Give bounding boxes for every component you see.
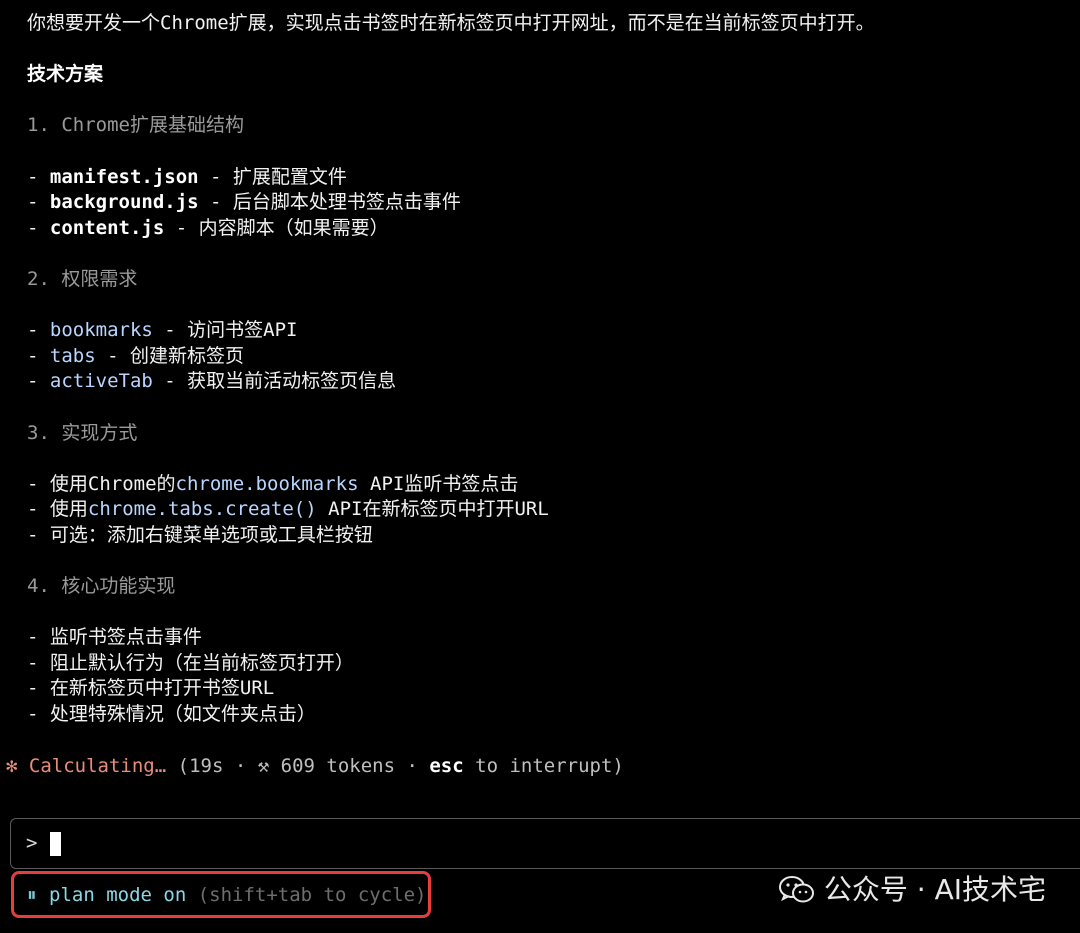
permission-name: tabs [49, 344, 96, 367]
status-separator: · [223, 755, 258, 777]
list-item: - content.js - 内容脚本（如果需要） [27, 216, 1057, 242]
list-item: - 使用chrome.tabs.create() API在新标签页中打开URL [27, 497, 1057, 523]
section-title: 2. 权限需求 [27, 267, 138, 290]
file-name: background.js [49, 191, 199, 214]
terminal-output: 你想要开发一个Chrome扩展，实现点击书签时在新标签页中打开网址，而不是在当前… [27, 11, 1057, 728]
permission-name: activeTab [49, 370, 153, 393]
pause-icon: ⏸ [27, 884, 37, 906]
watermark: 公众号 · AI技术宅 [778, 870, 1046, 910]
prompt-input-box[interactable]: > [10, 818, 1080, 869]
status-line: ✻ Calculating… (19s · ⚒ 609 tokens · esc… [6, 754, 624, 780]
esc-key-hint: esc [429, 755, 464, 777]
bullet: - [27, 165, 50, 188]
permission-name: bookmarks [49, 319, 153, 342]
list-item: - tabs - 创建新标签页 [27, 344, 1057, 370]
file-description: - 内容脚本（如果需要） [164, 216, 389, 239]
permission-description: - 创建新标签页 [95, 344, 244, 367]
item-text: 处理特殊情况（如文件夹点击） [49, 703, 316, 726]
section-title: 3. 实现方式 [27, 421, 138, 444]
file-description: - 扩展配置文件 [198, 165, 347, 188]
list-item: - background.js - 后台脚本处理书签点击事件 [27, 190, 1057, 216]
status-elapsed: 19s [189, 755, 224, 777]
section-title: 4. 核心功能实现 [27, 575, 176, 598]
item-suffix: API在新标签页中打开URL [316, 498, 549, 521]
file-name: manifest.json [49, 165, 199, 188]
item-prefix: 使用 [49, 498, 88, 521]
bullet: - [27, 677, 50, 700]
plan-mode-hint: (shift+tab to cycle) [186, 884, 427, 906]
list-item: - 监听书签点击事件 [27, 625, 1057, 651]
bullet: - [27, 344, 50, 367]
item-text: 阻止默认行为（在当前标签页打开） [49, 651, 354, 674]
bullet: - [27, 523, 50, 546]
item-text: 可选：添加右键菜单选项或工具栏按钮 [49, 523, 373, 546]
list-item: - 可选：添加右键菜单选项或工具栏按钮 [27, 523, 1057, 549]
plan-mode-text: plan mode on (shift+tab to cycle) [49, 883, 427, 909]
bullet: - [27, 370, 50, 393]
item-suffix: API监听书签点击 [358, 472, 519, 495]
list-item: - 处理特殊情况（如文件夹点击） [27, 702, 1057, 728]
status-open-paren: ( [166, 755, 190, 777]
section-title: 1. Chrome扩展基础结构 [27, 114, 244, 137]
plan-mode-indicator: ⏸ plan mode on (shift+tab to cycle) [11, 871, 431, 918]
bullet: - [27, 651, 50, 674]
code-snippet: chrome.tabs.create() [87, 498, 317, 521]
hammer-icon: ⚒ [257, 755, 270, 777]
status-calculating: Calculating… [28, 755, 167, 777]
watermark-text: 公众号 · AI技术宅 [823, 873, 1046, 907]
bullet: - [27, 191, 50, 214]
bullet: - [27, 319, 50, 342]
file-name: content.js [49, 216, 165, 239]
status-interrupt: to interrupt) [463, 755, 624, 777]
list-item: - 使用Chrome的chrome.bookmarks API监听书签点击 [27, 472, 1057, 498]
code-snippet: chrome.bookmarks [175, 472, 359, 495]
bullet: - [27, 216, 50, 239]
list-item: - 在新标签页中打开书签URL [27, 676, 1057, 702]
bullet: - [27, 626, 50, 649]
item-text: 在新标签页中打开书签URL [49, 677, 275, 700]
status-separator: · [395, 755, 430, 777]
bullet: - [27, 703, 50, 726]
list-item: - bookmarks - 访问书签API [27, 318, 1057, 344]
status-tokens: 609 tokens [269, 755, 396, 777]
permission-description: - 访问书签API [152, 319, 298, 342]
prompt-symbol: > [26, 832, 38, 854]
plan-mode-label: plan mode on [49, 884, 187, 906]
item-prefix: 使用Chrome的 [49, 472, 176, 495]
file-description: - 后台脚本处理书签点击事件 [198, 191, 461, 214]
heading: 技术方案 [27, 63, 104, 86]
list-item: - manifest.json - 扩展配置文件 [27, 165, 1057, 191]
wechat-icon [778, 875, 816, 905]
spinner-star-icon: ✻ [6, 755, 18, 777]
intro-text: 你想要开发一个Chrome扩展，实现点击书签时在新标签页中打开网址，而不是在当前… [27, 12, 875, 34]
bullet: - [27, 472, 50, 495]
text-cursor [50, 832, 61, 856]
bullet: - [27, 498, 50, 521]
item-text: 监听书签点击事件 [49, 626, 202, 649]
list-item: - 阻止默认行为（在当前标签页打开） [27, 651, 1057, 677]
list-item: - activeTab - 获取当前活动标签页信息 [27, 369, 1057, 395]
permission-description: - 获取当前活动标签页信息 [152, 370, 397, 393]
